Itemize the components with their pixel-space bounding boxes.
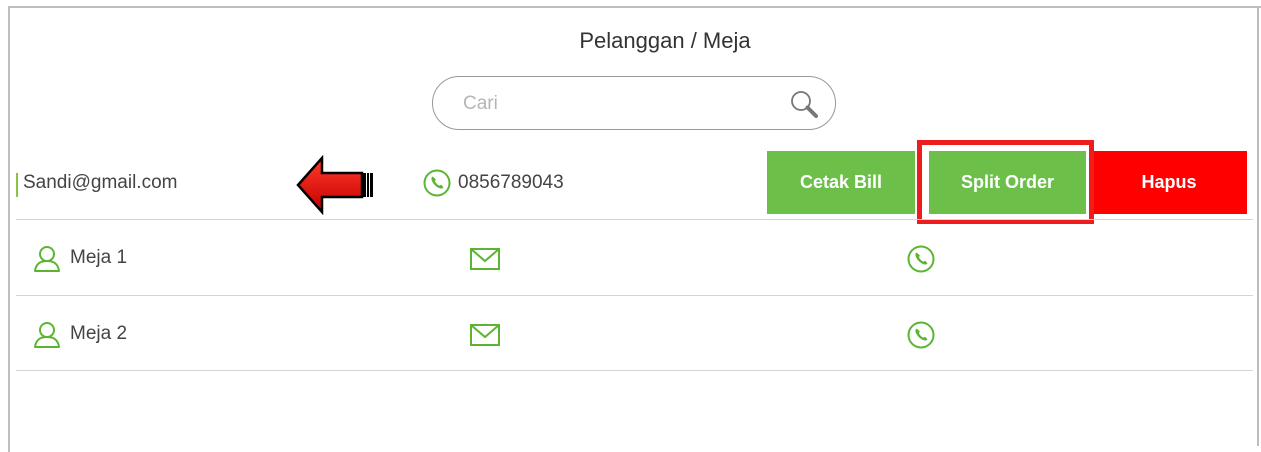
list-item[interactable]: Meja 2 bbox=[16, 297, 1253, 371]
divider bbox=[16, 295, 1253, 296]
mail-icon[interactable] bbox=[470, 324, 500, 346]
table-name: Meja 2 bbox=[70, 323, 128, 344]
mail-icon[interactable] bbox=[470, 248, 500, 270]
app-frame-right-edge bbox=[1257, 6, 1259, 446]
page-title: Pelanggan / Meja bbox=[579, 28, 751, 53]
phone-icon[interactable] bbox=[906, 244, 936, 274]
selection-indicator bbox=[16, 173, 18, 197]
user-icon bbox=[34, 322, 60, 348]
split-order-button[interactable]: Split Order bbox=[929, 151, 1086, 214]
list-item[interactable]: Meja 1 bbox=[16, 221, 1253, 295]
phone-icon bbox=[423, 169, 451, 197]
table-name: Meja 1 bbox=[70, 247, 128, 268]
search-box[interactable] bbox=[432, 76, 836, 130]
customer-email: Sandi@gmail.com bbox=[23, 172, 178, 193]
phone-icon[interactable] bbox=[906, 320, 936, 350]
delete-button[interactable]: Hapus bbox=[1091, 151, 1247, 214]
pointer-arrow-icon bbox=[296, 155, 373, 215]
print-bill-button[interactable]: Cetak Bill bbox=[767, 151, 915, 214]
user-icon bbox=[34, 246, 60, 272]
search-icon[interactable] bbox=[789, 89, 819, 119]
divider bbox=[16, 370, 1253, 371]
search-input[interactable] bbox=[461, 89, 785, 119]
divider bbox=[16, 219, 1253, 220]
customer-phone: 0856789043 bbox=[458, 172, 564, 193]
